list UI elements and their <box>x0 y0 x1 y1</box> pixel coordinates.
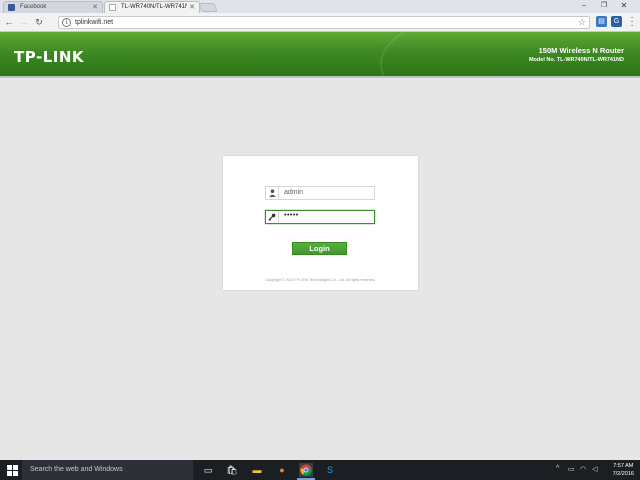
firefox-icon[interactable]: ● <box>275 463 289 477</box>
tab-facebook[interactable]: Facebook ✕ <box>3 1 103 13</box>
tray-chevron-icon[interactable]: ^ <box>556 465 559 472</box>
password-field[interactable]: ••••• <box>265 210 375 224</box>
browser-tabstrip: Facebook ✕ TL-WR740N/TL-WR741ND ✕ – ❐ ✕ <box>0 0 640 13</box>
key-icon <box>266 211 279 223</box>
close-window-icon[interactable]: ✕ <box>614 0 634 12</box>
user-icon <box>266 187 279 199</box>
chrome-menu-icon[interactable]: · · · <box>628 13 636 31</box>
reload-icon[interactable]: ↻ <box>33 16 45 28</box>
store-icon[interactable]: 🛍 <box>225 463 239 477</box>
system-clock[interactable]: 7:57 AM 7/2/2016 <box>613 462 634 478</box>
bookmark-star-icon[interactable]: ☆ <box>578 17 586 28</box>
tab-router-admin[interactable]: TL-WR740N/TL-WR741ND ✕ <box>104 1 200 13</box>
forward-icon[interactable]: → <box>18 16 30 28</box>
url-text[interactable]: tplinkwifi.net <box>75 19 113 26</box>
battery-icon[interactable]: ▭ <box>568 465 575 473</box>
copyright-text: Copyright © 2015 TP-LINK Technologies Co… <box>265 278 376 282</box>
tab-title: TL-WR740N/TL-WR741ND <box>121 4 194 10</box>
taskbar: Search the web and Windows ▭ 🛍 ▬ ● S ^ ▭… <box>0 460 640 480</box>
site-info-icon[interactable]: i <box>62 18 71 27</box>
username-value[interactable]: admin <box>284 189 303 196</box>
skype-icon[interactable]: S <box>323 463 337 477</box>
close-tab-icon[interactable]: ✕ <box>187 3 195 11</box>
clock-time: 7:57 AM <box>613 463 634 469</box>
back-icon[interactable]: ← <box>3 16 15 28</box>
login-panel: admin ••••• Login Copyright © 2015 TP-LI… <box>223 156 418 290</box>
minimize-icon[interactable]: – <box>574 0 594 12</box>
extension-icon[interactable]: ▤ <box>596 16 607 27</box>
facebook-favicon-icon <box>8 4 15 11</box>
file-explorer-icon[interactable]: ▬ <box>250 463 264 477</box>
header-banner: TP-LINK 150M Wireless N Router Model No.… <box>0 32 640 76</box>
close-tab-icon[interactable]: ✕ <box>92 3 98 11</box>
tab-title: Facebook <box>20 4 47 10</box>
tplink-logo: TP-LINK <box>14 48 85 66</box>
product-name: 150M Wireless N Router <box>538 46 624 55</box>
password-value[interactable]: ••••• <box>284 212 299 219</box>
clock-date: 7/2/2016 <box>612 471 634 477</box>
new-tab-button[interactable] <box>198 3 218 12</box>
search-placeholder: Search the web and Windows <box>30 466 123 473</box>
extension-icon[interactable]: G <box>611 16 622 27</box>
wifi-icon[interactable]: ◠ <box>580 465 586 473</box>
page-favicon-icon <box>109 4 116 11</box>
volume-icon[interactable]: ◁ <box>592 465 597 473</box>
login-button[interactable]: Login <box>292 242 347 255</box>
browser-toolbar: ← → ↻ i tplinkwifi.net ☆ ▤ G · · · <box>0 13 640 32</box>
restore-icon[interactable]: ❐ <box>594 0 614 12</box>
username-field[interactable]: admin <box>265 186 375 200</box>
windows-start-icon[interactable] <box>7 465 18 476</box>
chrome-icon[interactable] <box>297 463 315 480</box>
model-number: Model No. TL-WR740N/TL-WR741ND <box>528 57 624 63</box>
taskbar-search[interactable]: Search the web and Windows <box>22 460 193 480</box>
task-view-icon[interactable]: ▭ <box>201 463 215 477</box>
banner-divider <box>0 76 640 78</box>
address-bar[interactable]: i tplinkwifi.net ☆ <box>58 16 590 29</box>
